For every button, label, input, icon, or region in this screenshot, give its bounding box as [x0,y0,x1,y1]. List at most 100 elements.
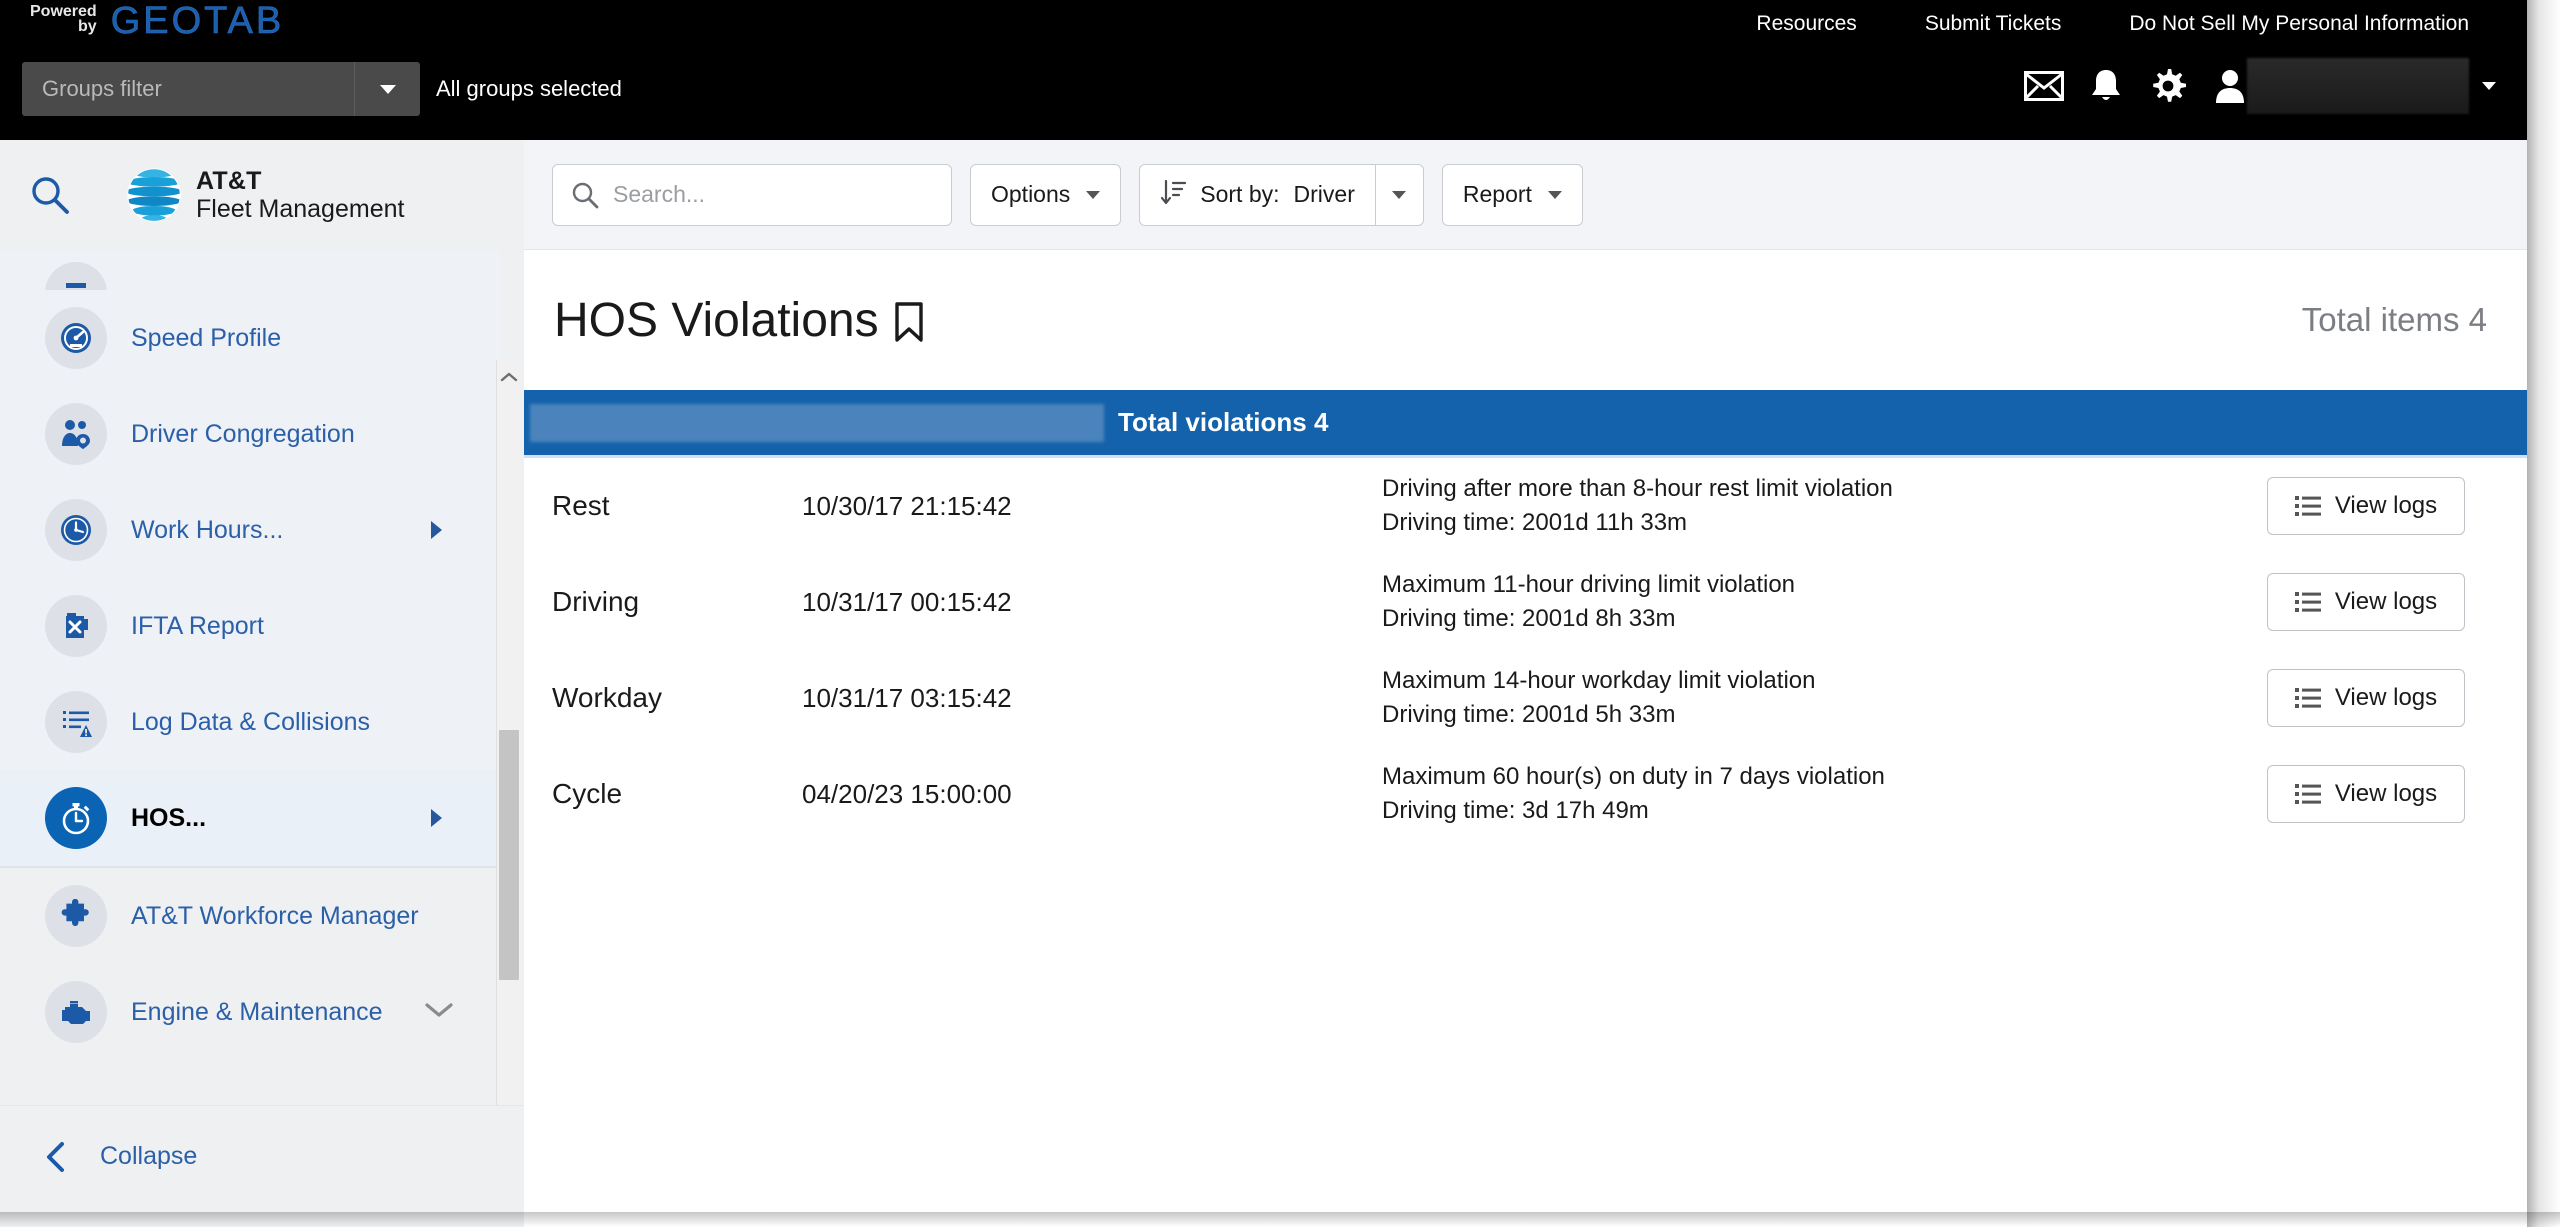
list-icon [2294,591,2321,613]
sidebar-item-hos[interactable]: HOS... [0,770,500,866]
groups-filter-placeholder: Groups filter [42,76,162,101]
table-row[interactable]: Driving 10/31/17 00:15:42 Maximum 11-hou… [524,554,2527,650]
sidebar-item-label: Log Data & Collisions [131,707,371,736]
att-globe-icon [127,168,181,222]
collapse-label: Collapse [100,1142,198,1170]
engine-icon [45,981,107,1043]
violation-datetime: 10/31/17 03:15:42 [802,682,1012,713]
mail-icon[interactable] [2013,58,2075,114]
sidebar-nav-list: Speed Profile Driver Congregation Work H… [0,250,500,1068]
link-do-not-sell[interactable]: Do Not Sell My Personal Information [2095,12,2503,36]
search-input[interactable] [613,181,951,208]
sidebar-header: AT&T Fleet Management [0,140,524,250]
violation-datetime: 10/31/17 00:15:42 [802,586,1012,617]
att-logo-text: AT&T Fleet Management [196,167,404,223]
app-root: Powered by GEOTAB Groups filter All grou… [0,0,2560,1227]
sidebar: AT&T Fleet Management Speed Profile Driv… [0,140,524,1227]
page-header: HOS Violations Total items 4 [524,250,2527,390]
speedometer-icon [45,307,107,369]
scrollbar-thumb[interactable] [499,730,519,980]
powered-line-1: Powered [30,3,97,20]
view-logs-button[interactable]: View logs [2267,669,2465,727]
sidebar-item-label: Engine & Maintenance [131,997,383,1026]
violation-action-cell: View logs [2267,573,2527,631]
chevron-down-icon [1392,190,1407,199]
report-button[interactable]: Report [1441,163,1583,226]
sidebar-item-label: IFTA Report [131,611,264,640]
chevron-left-icon [34,1140,78,1174]
sort-by-dropdown-toggle[interactable] [1374,164,1423,225]
violation-driving-time: Driving time: 2001d 5h 33m [1382,701,1676,728]
groups-filter-caret[interactable] [354,62,420,116]
partial-item-icon [45,262,107,290]
chevron-down-icon[interactable] [424,1001,454,1024]
link-submit-tickets[interactable]: Submit Tickets [1891,12,2096,36]
view-logs-button[interactable]: View logs [2267,477,2465,535]
violation-description: Maximum 14-hour workday limit violation [1382,666,1816,694]
sort-by-button[interactable]: Sort by: Driver [1140,165,1375,225]
powered-line-2: by [78,18,97,35]
sidebar-item-log-data-collisions[interactable]: Log Data & Collisions [0,674,500,770]
sidebar-scrollbar[interactable] [496,360,520,1178]
powered-by-geotab-logo: Powered by GEOTAB [30,0,285,42]
username-redacted-block [2247,58,2469,114]
sidebar-item-partial[interactable] [0,250,500,290]
total-items-label: Total items 4 [2301,301,2487,338]
violation-description: Maximum 11-hour driving limit violation [1382,570,1796,598]
chevron-right-icon[interactable] [431,809,442,827]
sidebar-item-label: AT&T Workforce Manager [131,901,419,930]
search-input-wrapper[interactable] [552,163,952,226]
puzzle-icon [45,885,107,947]
link-resources[interactable]: Resources [1722,12,1890,36]
total-violations-label: Total violations 4 [1118,407,1329,437]
sidebar-item-driver-congregation[interactable]: Driver Congregation [0,386,500,482]
table-row[interactable]: Workday 10/31/17 03:15:42 Maximum 14-hou… [524,650,2527,746]
violation-description-cell: Maximum 14-hour workday limit violation … [1382,664,2267,732]
sidebar-item-engine-maintenance[interactable]: Engine & Maintenance [0,964,500,1060]
sidebar-item-label: Speed Profile [131,323,282,352]
sort-by-label: Sort by: [1200,181,1280,207]
view-logs-label: View logs [2334,492,2438,519]
violation-description-cell: Maximum 11-hour driving limit violation … [1382,568,2267,636]
table-row[interactable]: Rest 10/30/17 21:15:42 Driving after mor… [524,458,2527,554]
bell-icon[interactable] [2075,58,2137,114]
groups-filter-dropdown[interactable]: Groups filter [22,62,420,116]
view-logs-button[interactable]: View logs [2267,573,2465,631]
options-label: Options [991,181,1071,207]
main-content: Options Sort by: Driver Report [524,140,2527,1212]
all-groups-selected-label: All groups selected [436,76,622,101]
user-menu-caret[interactable] [2469,58,2509,114]
sort-by-control: Sort by: Driver [1139,163,1424,226]
chevron-down-icon [1086,190,1101,199]
violation-datetime: 04/20/23 15:00:00 [802,778,1012,809]
sidebar-item-ifta-report[interactable]: IFTA Report [0,578,500,674]
options-button[interactable]: Options [970,163,1122,226]
report-label: Report [1462,181,1532,207]
sidebar-item-work-hours[interactable]: Work Hours... [0,482,500,578]
driver-name-redacted-block [530,403,1104,442]
sort-by-value: Driver [1293,181,1355,207]
chevron-right-icon[interactable] [431,521,442,539]
view-logs-button[interactable]: View logs [2267,765,2465,823]
top-header-bar: Powered by GEOTAB Groups filter All grou… [0,0,2527,140]
sidebar-item-speed-profile[interactable]: Speed Profile [0,290,500,386]
sidebar-collapse-button[interactable]: Collapse [0,1105,524,1207]
stopwatch-icon [45,787,107,849]
bookmark-icon[interactable] [893,301,925,343]
violation-description: Maximum 60 hour(s) on duty in 7 days vio… [1382,762,1885,790]
content-toolbar: Options Sort by: Driver Report [524,140,2527,250]
sidebar-item-label: Driver Congregation [131,419,355,448]
app-name-line1: AT&T [196,167,262,195]
clock-icon [45,499,107,561]
page-title: HOS Violations [554,293,925,348]
gear-icon[interactable] [2137,58,2199,114]
violation-type: Workday [552,682,662,713]
geotab-wordmark: GEOTAB [110,0,285,42]
sidebar-item-workforce-manager[interactable]: AT&T Workforce Manager [0,868,500,964]
fuel-can-icon [45,595,107,657]
violation-type: Cycle [552,778,623,809]
table-row[interactable]: Cycle 04/20/23 15:00:00 Maximum 60 hour(… [524,746,2527,842]
violation-description: Driving after more than 8-hour rest limi… [1382,474,1893,502]
search-icon[interactable] [22,175,78,215]
scroll-up-icon[interactable] [497,362,521,392]
